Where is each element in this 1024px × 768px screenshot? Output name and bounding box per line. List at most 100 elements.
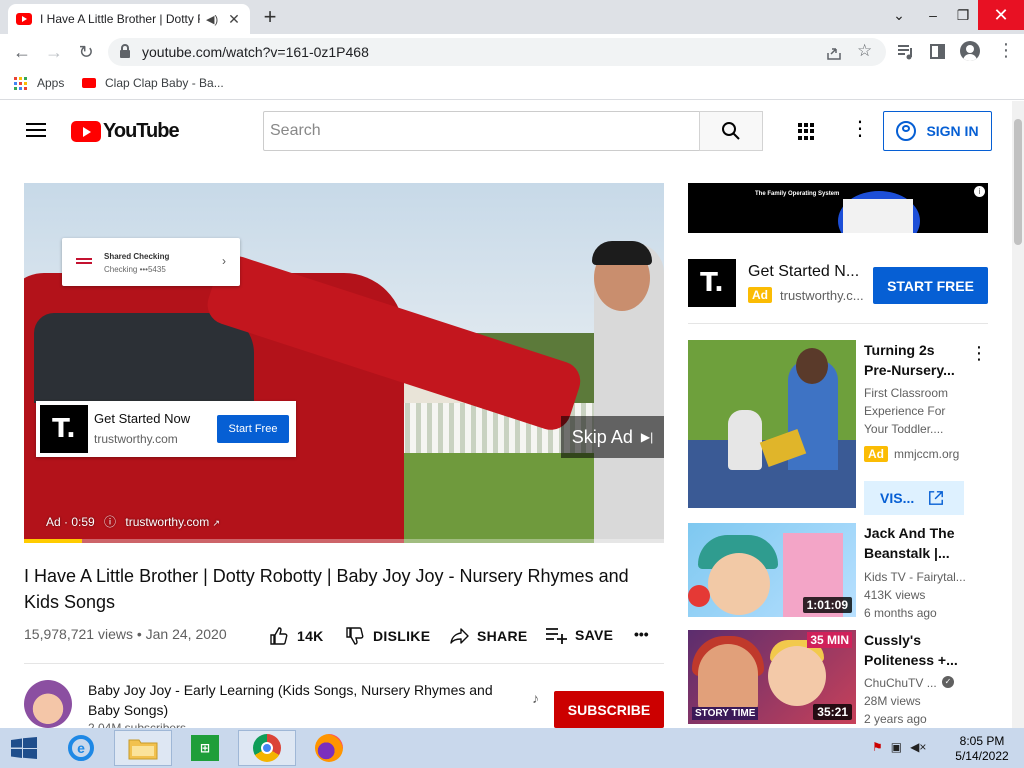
file-explorer-taskbar-button[interactable] (114, 730, 172, 766)
chrome-icon (253, 734, 281, 762)
advertiser-logo: T. (40, 405, 88, 453)
share-page-icon[interactable] (826, 45, 842, 61)
skip-ad-button[interactable]: Skip Ad ▶| (561, 416, 664, 458)
bookmark-star-icon[interactable]: ☆ (857, 41, 872, 61)
ad-domain-link[interactable]: trustworthy.com (125, 515, 209, 529)
network-icon[interactable]: ▣ (891, 740, 902, 754)
firefox-icon (315, 734, 343, 762)
store-icon: ⊞ (191, 735, 219, 761)
skip-ad-label: Skip Ad (571, 426, 633, 447)
tab-close-icon[interactable]: ✕ (226, 11, 242, 28)
folder-icon (128, 739, 158, 760)
bookmark-apps[interactable]: Apps (14, 76, 64, 90)
channel-name[interactable]: Baby Joy Joy - Early Learning (Kids Song… (88, 680, 528, 720)
new-tab-button[interactable]: + (258, 6, 282, 28)
ad-progress-bar[interactable] (24, 539, 664, 543)
search-icon (722, 122, 740, 140)
speaker-icon[interactable]: ◀) (206, 13, 220, 26)
sponsored-video-thumbnail[interactable] (688, 340, 856, 508)
video-ad-overlay[interactable]: T. Get Started Now trustworthy.com Start… (36, 401, 296, 457)
video-thumbnail[interactable]: 1:01:09 (688, 523, 856, 617)
sponsored-video-title[interactable]: Turning 2s Pre-Nursery... (864, 340, 964, 380)
info-icon[interactable]: ⓘ (104, 515, 116, 529)
ad-info-bar: Ad · 0:59 ⓘ trustworthy.com ↗ (46, 513, 220, 530)
video-channel[interactable]: ChuChuTV ... (864, 674, 937, 692)
video-age: 6 months ago (864, 606, 937, 620)
banner-ad-text: The Family Operating System (755, 191, 840, 197)
search-button[interactable] (699, 111, 763, 151)
in-video-promo-card[interactable]: Shared Checking Checking •••5435 › (62, 238, 240, 286)
more-options-icon[interactable]: ⋮ (970, 343, 988, 364)
banner-ad-image (843, 199, 913, 233)
video-channel[interactable]: Kids TV - Fairytal... (864, 568, 966, 586)
advertiser-logo[interactable]: T. (688, 259, 736, 307)
profile-avatar-icon[interactable] (960, 41, 980, 61)
reload-icon[interactable]: ↻ (74, 40, 98, 64)
search-input[interactable]: Search (263, 111, 700, 151)
ad-start-free-button[interactable]: Start Free (217, 415, 289, 443)
bookmarks-bar: Apps Clap Clap Baby - Ba... (0, 70, 1024, 100)
back-arrow-icon[interactable]: ← (10, 40, 34, 64)
volume-muted-icon[interactable]: ◀× (910, 740, 926, 754)
ad-badge: Ad (748, 287, 772, 303)
page-scrollbar[interactable] (1012, 101, 1024, 728)
account-icon (896, 121, 917, 141)
playlist-add-icon (545, 626, 567, 644)
divider (688, 323, 988, 324)
menu-icon[interactable] (26, 123, 46, 137)
store-taskbar-button[interactable]: ⊞ (176, 730, 234, 766)
video-title[interactable]: Cussly's Politeness +... (864, 630, 964, 670)
side-panel-icon[interactable] (930, 44, 945, 59)
windows-taskbar: e ⊞ ⚑ ▣ ◀× 8:05 PM 5/14/2022 (0, 728, 1024, 768)
dislike-label: DISLIKE (373, 628, 431, 644)
like-button[interactable]: 14K (269, 626, 324, 646)
channel-avatar[interactable] (24, 680, 72, 728)
banner-ad[interactable]: The Family Operating System i (688, 183, 988, 233)
forward-arrow-icon[interactable]: → (42, 40, 66, 64)
visit-site-button[interactable]: VIS... (864, 481, 964, 515)
system-tray: ⚑ ▣ ◀× (872, 740, 926, 754)
divider (24, 663, 664, 664)
dislike-button[interactable]: DISLIKE (345, 626, 430, 646)
media-control-icon[interactable] (897, 44, 915, 60)
address-text: youtube.com/watch?v=161-0z1P468 (142, 44, 369, 60)
ad-countdown: Ad · 0:59 (46, 515, 95, 529)
window-close-button[interactable]: ✕ (978, 0, 1024, 30)
bookmark-clap-clap-baby[interactable]: Clap Clap Baby - Ba... (82, 76, 224, 90)
internet-explorer-icon: e (68, 735, 94, 761)
youtube-apps-icon[interactable] (798, 123, 815, 140)
start-button[interactable] (0, 730, 48, 766)
internet-explorer-taskbar-button[interactable]: e (52, 730, 110, 766)
video-thumbnail[interactable]: 35 MIN STORY TIME 35:21 (688, 630, 856, 724)
video-title[interactable]: Jack And The Beanstalk |... (864, 523, 964, 563)
clock-date: 5/14/2022 (955, 749, 1009, 763)
clock-time: 8:05 PM (959, 734, 1005, 748)
video-duration: 1:01:09 (802, 597, 852, 613)
action-center-flag-icon[interactable]: ⚑ (872, 740, 883, 754)
share-button[interactable]: SHARE (449, 626, 528, 646)
sidebar-ad-title[interactable]: Get Started N... (748, 263, 859, 281)
ad-info-icon[interactable]: i (974, 186, 985, 197)
firefox-taskbar-button[interactable] (300, 730, 358, 766)
address-bar[interactable]: youtube.com/watch?v=161-0z1P468 (108, 38, 886, 66)
share-arrow-icon (449, 626, 469, 646)
chrome-taskbar-button[interactable] (238, 730, 296, 766)
save-button[interactable]: SAVE (545, 626, 613, 644)
video-player[interactable]: Shared Checking Checking •••5435 › T. Ge… (24, 183, 664, 543)
duration-badge: 35 MIN (807, 632, 852, 648)
taskbar-clock[interactable]: 8:05 PM 5/14/2022 (952, 734, 1012, 764)
browser-tab[interactable]: I Have A Little Brother | Dotty Robotty … (8, 4, 250, 34)
bank-logo-icon (76, 258, 92, 266)
video-views: 28M views (864, 694, 921, 708)
settings-more-icon[interactable]: ⋮ (850, 119, 870, 139)
windows-logo-icon (11, 737, 37, 759)
ad-progress-fill (24, 539, 82, 543)
skip-next-icon: ▶| (640, 430, 654, 444)
more-actions-icon[interactable]: ••• (634, 626, 649, 642)
start-free-button[interactable]: START FREE (873, 267, 988, 304)
youtube-logo[interactable]: YouTube (71, 120, 180, 143)
sidebar-ad-domain: trustworthy.c... (780, 287, 864, 303)
subscribe-button[interactable]: SUBSCRIBE (554, 691, 664, 728)
sign-in-button[interactable]: SIGN IN (883, 111, 992, 151)
chrome-menu-icon[interactable]: ⋮ (997, 40, 1015, 60)
